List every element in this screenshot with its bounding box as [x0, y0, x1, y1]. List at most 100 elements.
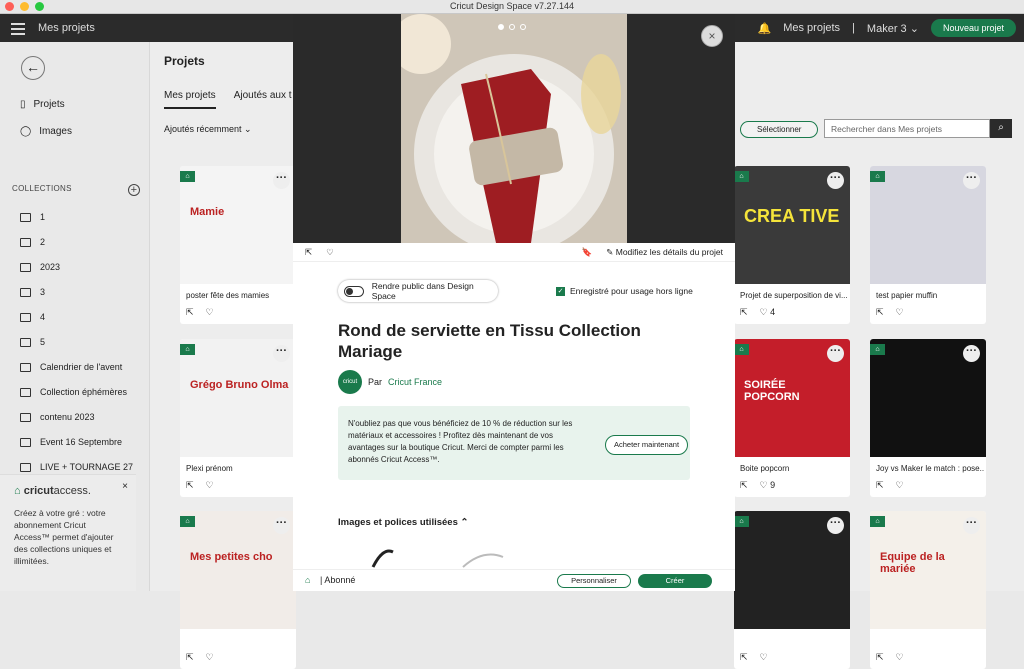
- images-fonts-toggle[interactable]: Images et polices utilisées ⌃: [338, 517, 468, 528]
- search-input[interactable]: Rechercher dans Mes projets: [824, 119, 990, 138]
- page-title: Projets: [164, 54, 205, 68]
- share-icon[interactable]: ⇱: [740, 652, 748, 663]
- bell-icon[interactable]: 🔔: [758, 22, 772, 35]
- heart-icon[interactable]: ♡: [206, 307, 214, 318]
- share-icon[interactable]: ⇱: [305, 247, 312, 258]
- window-titlebar: Cricut Design Space v7.27.144: [0, 0, 1024, 14]
- project-card[interactable]: Mes petites cho ⌂ ··· ⇱ ♡: [180, 511, 296, 669]
- project-card[interactable]: ⌂ ··· ⇱ ♡: [734, 511, 850, 669]
- lightbulb-icon: ◯: [20, 126, 32, 137]
- share-icon[interactable]: ⇱: [876, 307, 884, 318]
- author: cricut Par Cricut France: [338, 370, 442, 394]
- public-toggle[interactable]: Rendre public dans Design Space: [338, 280, 498, 302]
- folder-item[interactable]: Collection éphémères: [20, 387, 127, 397]
- share-icon[interactable]: ⇱: [740, 307, 748, 318]
- folder-item[interactable]: contenu 2023: [20, 412, 95, 422]
- folder-icon: [20, 287, 31, 297]
- heart-icon[interactable]: ♡: [896, 652, 904, 663]
- folder-icon: [20, 237, 31, 247]
- project-card[interactable]: ⌂ ··· test papier muffin ⇱ ♡: [870, 166, 986, 324]
- access-flag-icon: ⌂: [180, 171, 195, 182]
- machine-select[interactable]: Maker 3 ⌄: [867, 22, 919, 35]
- close-icon[interactable]: ×: [122, 481, 128, 492]
- heart-icon[interactable]: ♡: [206, 480, 214, 491]
- heart-icon[interactable]: ♡: [326, 247, 334, 258]
- project-card[interactable]: Grégo Bruno Olma ⌂ ··· Plexi prénom ⇱ ♡: [180, 339, 296, 497]
- buy-now-button[interactable]: Acheter maintenant: [605, 435, 689, 455]
- select-button[interactable]: Sélectionner: [740, 121, 819, 138]
- share-icon[interactable]: ⇱: [876, 480, 884, 491]
- folder-icon: [20, 437, 31, 447]
- heart-icon[interactable]: ♡: [896, 480, 904, 491]
- more-options-icon[interactable]: ···: [827, 345, 844, 362]
- project-card[interactable]: CREA TIVE ⌂ ··· Projet de superposition de …: [734, 166, 850, 324]
- add-collection-icon[interactable]: +: [128, 184, 140, 196]
- breadcrumb: Mes projets: [38, 22, 95, 34]
- folder-icon: [20, 387, 31, 397]
- bookmark-icon[interactable]: 🔖: [582, 247, 593, 258]
- create-button[interactable]: Créer: [638, 574, 712, 588]
- more-options-icon[interactable]: ···: [963, 517, 980, 534]
- project-name: poster fête des mamies: [186, 291, 270, 300]
- share-icon[interactable]: ⇱: [186, 652, 194, 663]
- collections-header: COLLECTIONS +: [12, 184, 140, 196]
- more-options-icon[interactable]: ···: [827, 517, 844, 534]
- hamburger-menu-icon[interactable]: [11, 23, 25, 38]
- close-modal-icon[interactable]: ×: [701, 25, 723, 47]
- folder-item[interactable]: 1: [20, 212, 45, 222]
- folder-item[interactable]: 2: [20, 237, 45, 247]
- share-icon[interactable]: ⇱: [186, 307, 194, 318]
- heart-icon[interactable]: ♡: [760, 652, 768, 663]
- new-project-button[interactable]: Nouveau projet: [930, 19, 1016, 37]
- tab-added[interactable]: Ajoutés aux t: [234, 90, 292, 109]
- heart-icon[interactable]: ♡ 4: [760, 307, 776, 318]
- author-link[interactable]: Cricut France: [388, 377, 442, 387]
- back-arrow-icon[interactable]: ←: [21, 56, 45, 80]
- folder-item[interactable]: 3: [20, 287, 45, 297]
- more-options-icon[interactable]: ···: [273, 172, 290, 189]
- more-options-icon[interactable]: ···: [273, 517, 290, 534]
- edit-details-link[interactable]: ✎ Modifiez les détails du projet: [606, 247, 723, 258]
- sort-dropdown[interactable]: Ajoutés récemment ⌄: [164, 124, 252, 135]
- folder-item[interactable]: Event 16 Septembre: [20, 437, 122, 447]
- share-icon[interactable]: ⇱: [186, 480, 194, 491]
- tab-my-projects[interactable]: Mes projets: [164, 90, 216, 109]
- window-controls[interactable]: [5, 2, 44, 11]
- share-icon[interactable]: ⇱: [740, 480, 748, 491]
- access-flag-icon: ⌂: [870, 344, 885, 355]
- more-options-icon[interactable]: ···: [963, 345, 980, 362]
- personalize-button[interactable]: Personnaliser: [557, 574, 631, 588]
- sidebar-item-projects[interactable]: ▯ Projets: [20, 99, 65, 110]
- more-options-icon[interactable]: ···: [827, 172, 844, 189]
- folder-item[interactable]: LIVE + TOURNAGE 27: [20, 462, 133, 472]
- more-options-icon[interactable]: ···: [963, 172, 980, 189]
- folder-item[interactable]: Calendrier de l'avent: [20, 362, 122, 372]
- subscribed-label: | Abonné: [320, 575, 356, 585]
- sidebar-item-images[interactable]: ◯ Images: [20, 126, 72, 137]
- heart-icon[interactable]: ♡: [896, 307, 904, 318]
- project-card[interactable]: Mamie ⌂ ··· poster fête des mamies ⇱ ♡: [180, 166, 296, 324]
- access-flag-icon: ⌂: [870, 171, 885, 182]
- divider: |: [852, 22, 855, 34]
- folder-item[interactable]: 2023: [20, 262, 60, 272]
- check-icon: ✓: [556, 286, 565, 296]
- access-text: Créez à votre gré : votre abonnement Cri…: [14, 508, 114, 566]
- share-icon[interactable]: ⇱: [876, 652, 884, 663]
- more-options-icon[interactable]: ···: [273, 345, 290, 362]
- carousel-dots[interactable]: [498, 24, 526, 30]
- sidebar: ← ▯ Projets ◯ Images COLLECTIONS + 1 2 2023 3 4…: [0, 42, 150, 591]
- project-card[interactable]: Equipe de la mariée ⌂ ··· ⇱ ♡: [870, 511, 986, 669]
- project-card[interactable]: ⌂ ··· Joy vs Maker le match : pose... ⇱ ♡: [870, 339, 986, 497]
- project-card[interactable]: SOIRÉE POPCORN ⌂ ··· Boite popcorn ⇱ ♡ 9: [734, 339, 850, 497]
- folder-item[interactable]: 5: [20, 337, 45, 347]
- search-icon[interactable]: ⌕: [990, 119, 1012, 138]
- folder-icon: [20, 337, 31, 347]
- heart-icon[interactable]: ♡ 9: [760, 480, 776, 491]
- author-avatar: cricut: [338, 370, 362, 394]
- offline-checkbox[interactable]: ✓ Enregistré pour usage hors ligne: [556, 286, 693, 296]
- chevron-down-icon: ⌄: [909, 22, 919, 35]
- folder-item[interactable]: 4: [20, 312, 45, 322]
- my-projects-link[interactable]: Mes projets: [783, 22, 840, 34]
- access-flag-icon: ⌂: [734, 516, 749, 527]
- heart-icon[interactable]: ♡: [206, 652, 214, 663]
